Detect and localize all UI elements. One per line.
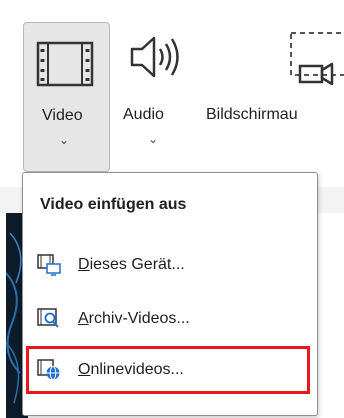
device-video-icon [37, 254, 61, 276]
film-icon [36, 41, 94, 92]
menu-item-label: Onlinevideos... [78, 361, 184, 378]
menu-item-stock-videos[interactable]: Archiv-Videos... [26, 298, 310, 342]
stock-video-icon [37, 308, 61, 330]
chevron-down-icon: ⌄ [148, 132, 159, 146]
screen-recording-button-label: Bildschirmau [206, 106, 298, 123]
online-video-icon [37, 359, 61, 381]
screen-recording-icon [288, 30, 344, 95]
menu-item-label: Archiv-Videos... [78, 310, 190, 327]
video-button[interactable]: Video ⌄ [23, 22, 110, 172]
screen-recording-button[interactable]: Bildschirmau [206, 22, 344, 172]
speaker-icon [128, 32, 182, 87]
chevron-down-icon: ⌄ [59, 133, 70, 147]
dropdown-title: Video einfügen aus [40, 196, 187, 213]
menu-item-online-videos[interactable]: Onlinevideos... [26, 346, 310, 394]
audio-button[interactable]: Audio ⌄ [118, 22, 200, 172]
video-button-label: Video [42, 107, 83, 124]
audio-button-label: Audio [123, 106, 164, 123]
menu-item-label: Dieses Gerät... [78, 256, 185, 273]
menu-item-this-device[interactable]: Dieses Gerät... [26, 244, 310, 288]
